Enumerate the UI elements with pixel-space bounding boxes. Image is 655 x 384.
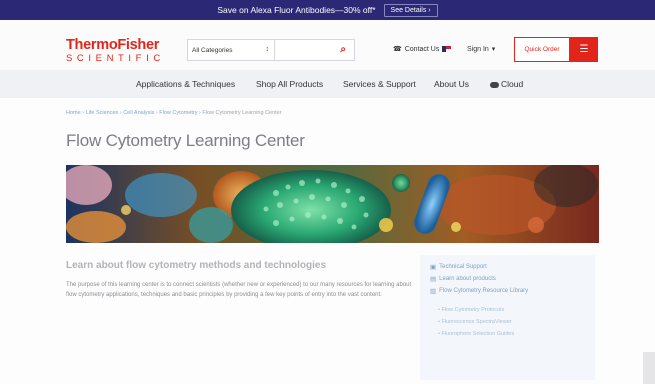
cloud-icon bbox=[490, 81, 499, 88]
main-nav: Applications & Techniques Shop All Produ… bbox=[0, 70, 655, 98]
sublink-selection-guides[interactable]: • Fluorophore Selection Guides bbox=[438, 331, 514, 337]
sublink-spectraviewer[interactable]: • Fluorescence SpectraViewer bbox=[438, 319, 512, 325]
support-icon: ▣ bbox=[430, 264, 437, 271]
learn-about-products-link[interactable]: ▤ Learn about products bbox=[430, 275, 496, 283]
book-icon: ▥ bbox=[430, 288, 437, 295]
sublink-spectraviewer-label: Fluorescence SpectraViewer bbox=[441, 319, 512, 325]
breadcrumb: Home › Life Sciences › Cell Analysis › F… bbox=[66, 110, 282, 116]
logo-line-1: ThermoFisher bbox=[66, 37, 160, 53]
breadcrumb-separator: › bbox=[82, 110, 85, 116]
thermo-fisher-logo[interactable]: ThermoFisher SCIENTIFIC bbox=[66, 38, 176, 64]
cart-button[interactable]: ☰ bbox=[570, 37, 598, 62]
search-input[interactable]: ⌕ bbox=[275, 39, 355, 61]
nav-item-cloud-label: Cloud bbox=[501, 79, 524, 89]
cart-icon: ☰ bbox=[579, 44, 589, 55]
sublink-selection-guides-label: Fluorophore Selection Guides bbox=[441, 331, 515, 337]
feedback-tab[interactable] bbox=[643, 352, 655, 384]
site-header: ThermoFisher SCIENTIFIC All Categories ↕… bbox=[0, 20, 655, 70]
promo-bar: Save on Alexa Fluor Antibodies—30% off* … bbox=[0, 0, 655, 20]
nav-item-applications[interactable]: Applications & Techniques bbox=[136, 79, 235, 89]
promo-text: Save on Alexa Fluor Antibodies—30% off* bbox=[217, 5, 376, 15]
sign-in-menu[interactable]: Sign In ▾ bbox=[467, 45, 496, 54]
bullet: • bbox=[438, 307, 440, 313]
learn-heading: Learn about flow cytometry methods and t… bbox=[66, 260, 327, 271]
nav-item-cloud[interactable]: Cloud bbox=[490, 79, 523, 89]
nav-item-about-us[interactable]: About Us bbox=[434, 79, 469, 89]
select-caret-icon: ↕ bbox=[265, 46, 270, 53]
technical-support-label: Technical Support bbox=[439, 264, 487, 270]
bullet: • bbox=[438, 331, 440, 337]
breadcrumb-flow-cytometry[interactable]: Flow Cytometry bbox=[159, 110, 197, 116]
cart-small-icon: ▤ bbox=[430, 276, 437, 283]
category-select-value: All Categories bbox=[192, 46, 233, 54]
resource-sidebar: ▣ Technical Support ▤ Learn about produc… bbox=[420, 255, 595, 380]
bullet: • bbox=[438, 319, 440, 325]
contact-us-link[interactable]: ☎ Contact Us bbox=[393, 45, 452, 53]
breadcrumb-separator: › bbox=[155, 110, 158, 116]
technical-support-link[interactable]: ▣ Technical Support bbox=[430, 263, 487, 271]
nav-item-shop-all-products[interactable]: Shop All Products bbox=[256, 79, 323, 89]
logo-line-2: SCIENTIFIC bbox=[66, 53, 165, 64]
search-icon[interactable]: ⌕ bbox=[340, 44, 346, 55]
sublink-protocols[interactable]: • Flow Cytometry Protocols bbox=[438, 307, 504, 313]
category-select[interactable]: All Categories ↕ bbox=[187, 39, 275, 61]
quick-order-button[interactable]: Quick Order bbox=[514, 37, 570, 62]
breadcrumb-cell-analysis[interactable]: Cell Analysis bbox=[123, 110, 154, 116]
breadcrumb-life-sciences[interactable]: Life Sciences bbox=[86, 110, 119, 116]
sign-in-label: Sign In bbox=[467, 45, 489, 53]
phone-icon: ☎ bbox=[393, 46, 402, 53]
learn-description: The purpose of this learning center is t… bbox=[66, 282, 412, 298]
breadcrumb-current: Flow Cytometry Learning Center bbox=[202, 110, 282, 116]
breadcrumb-home[interactable]: Home bbox=[66, 110, 81, 116]
nav-item-services-support[interactable]: Services & Support bbox=[343, 79, 416, 89]
contact-us-label: Contact Us bbox=[404, 45, 440, 53]
hero-banner-image bbox=[66, 165, 599, 243]
breadcrumb-separator: › bbox=[119, 110, 122, 116]
sublink-protocols-label: Flow Cytometry Protocols bbox=[441, 307, 505, 313]
hero-illustration bbox=[66, 165, 599, 243]
see-details-button[interactable]: See Details › bbox=[383, 3, 438, 17]
us-flag-icon bbox=[442, 46, 452, 52]
page-title: Flow Cytometry Learning Center bbox=[66, 131, 305, 150]
breadcrumb-separator: › bbox=[199, 110, 201, 116]
chevron-down-icon: ▾ bbox=[491, 46, 496, 53]
learn-about-products-label: Learn about products bbox=[439, 276, 496, 282]
resource-library-label: Flow Cytometry Resource Library bbox=[439, 288, 529, 294]
resource-library-link[interactable]: ▥ Flow Cytometry Resource Library bbox=[430, 287, 528, 295]
